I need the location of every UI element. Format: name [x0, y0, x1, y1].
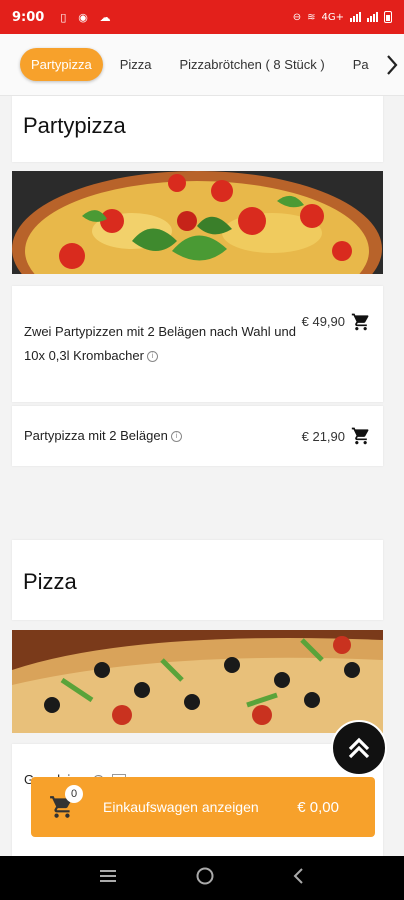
- back-icon[interactable]: [292, 867, 306, 890]
- info-icon[interactable]: i: [170, 431, 182, 443]
- item-price: € 49,90: [301, 314, 345, 329]
- tab-pizza[interactable]: Pizza: [109, 48, 163, 81]
- item-description: Zwei Partypizzen mit 2 Belägen nach Wahl…: [24, 324, 296, 363]
- scroll-to-top-button[interactable]: [331, 720, 387, 776]
- info-icon[interactable]: i: [146, 351, 158, 363]
- network-type-label: 4G+: [321, 11, 345, 23]
- add-to-cart-icon[interactable]: [351, 312, 371, 332]
- sim-icon: ▯: [60, 11, 67, 24]
- home-icon[interactable]: [195, 866, 215, 891]
- section-header-pizza: Pizza: [12, 540, 383, 620]
- cart-label: Einkaufswagen anzeigen: [103, 799, 259, 815]
- item-description: Partypizza mit 2 Belägen: [24, 428, 168, 443]
- partypizza-banner-image: [12, 171, 383, 274]
- menu-item[interactable]: Partypizza mit 2 Belägen i € 21,90: [12, 406, 383, 466]
- wifi-calling-icon: ≋: [307, 11, 316, 23]
- cart-count-badge: 0: [65, 785, 83, 803]
- tab-partypizza[interactable]: Partypizza: [20, 48, 103, 81]
- cart-total: € 0,00: [297, 798, 339, 816]
- chevron-right-icon[interactable]: [380, 34, 404, 95]
- status-bar: 9:00 ▯ ◉ ☁ ⊖ ≋ 4G+: [0, 0, 404, 34]
- menu-item[interactable]: Zwei Partypizzen mit 2 Belägen nach Wahl…: [12, 286, 383, 402]
- category-tab-bar: Partypizza Pizza Pizzabrötchen ( 8 Stück…: [0, 34, 404, 96]
- double-chevron-up-icon: [348, 737, 370, 759]
- add-to-cart-icon[interactable]: [351, 426, 371, 446]
- signal-2-icon: [367, 12, 378, 22]
- section-title: Pizza: [23, 569, 77, 594]
- system-nav-bar: [0, 856, 404, 900]
- signal-icon: [350, 12, 361, 22]
- section-title: Partypizza: [23, 113, 126, 138]
- item-price: € 21,90: [301, 428, 345, 444]
- section-header-partypizza: Partypizza: [12, 96, 383, 162]
- notification-icon: ◉: [78, 11, 88, 24]
- status-time: 9:00: [12, 9, 45, 25]
- battery-icon: [384, 11, 392, 23]
- tab-pizzabroetchen[interactable]: Pizzabrötchen ( 8 Stück ): [169, 48, 336, 81]
- view-cart-button[interactable]: 0 Einkaufswagen anzeigen € 0,00: [31, 777, 375, 837]
- tab-partial[interactable]: Pa: [342, 48, 380, 81]
- dnd-icon: ⊖: [292, 11, 302, 23]
- pizza-banner-image: [12, 630, 383, 733]
- recent-apps-icon[interactable]: [98, 868, 118, 889]
- cloud-icon: ☁: [99, 11, 111, 24]
